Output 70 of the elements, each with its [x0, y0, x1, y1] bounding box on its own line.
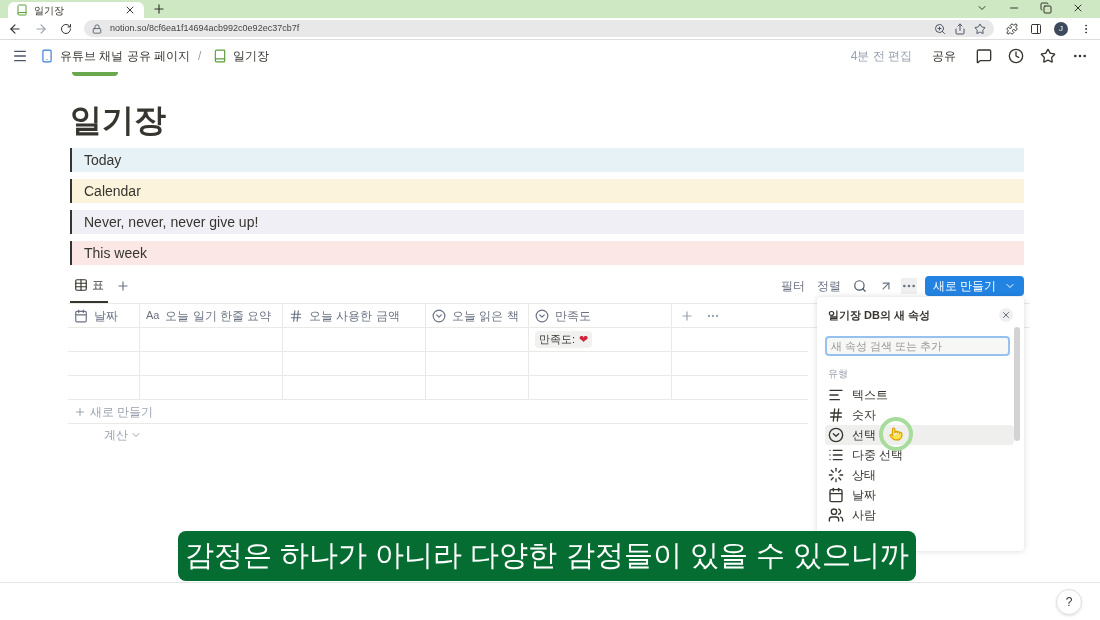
book-icon [213, 49, 228, 63]
callout-block[interactable]: Calendar [70, 179, 1024, 203]
property-type-item[interactable]: 상태 [825, 464, 1014, 485]
text-type-icon: Aa [146, 307, 160, 324]
new-button[interactable]: 새로 만들기 [924, 276, 1024, 296]
edited-time: 4분 전 편집 [850, 48, 912, 65]
menu-icon[interactable] [12, 48, 28, 64]
reload-icon[interactable] [60, 22, 72, 35]
hash-icon [828, 406, 844, 423]
callout-block[interactable]: Today [70, 148, 1024, 172]
calendar-icon [74, 308, 88, 323]
property-type-item[interactable]: 사람 [825, 504, 1014, 525]
property-search-field[interactable]: 새 속성 검색 또는 추가 [825, 335, 1010, 356]
filter-button[interactable]: 필터 [780, 277, 805, 295]
side-panel-icon[interactable] [1030, 22, 1042, 35]
plus-icon [74, 405, 86, 418]
column-header[interactable]: 오늘 사용한 금액 [283, 304, 426, 327]
restore-icon[interactable] [1040, 2, 1052, 14]
property-type-item[interactable]: 텍스트 [825, 384, 1014, 405]
avatar[interactable]: J [1054, 21, 1068, 36]
calendar-icon [828, 486, 844, 503]
browser-tab[interactable]: 일기장 [8, 2, 144, 18]
book-icon [16, 4, 28, 16]
section-label: 유형 [827, 366, 849, 381]
select-icon [432, 308, 446, 323]
lock-icon [92, 23, 102, 34]
comment-icon[interactable] [976, 48, 992, 64]
column-header[interactable]: 만족도 [529, 304, 672, 327]
hash-icon [289, 308, 303, 323]
breadcrumb-link[interactable]: 유튜브 채널 공유 페이지 [40, 47, 190, 65]
subtitle-caption: 감정은 하나가 아니라 다양한 감정들이 있을 수 있으니까 [178, 531, 916, 581]
column-header[interactable]: 오늘 읽은 책 [426, 304, 529, 327]
column-header[interactable]: Aa 오늘 일기 한줄 요약 [140, 304, 283, 327]
clock-icon[interactable] [1008, 48, 1024, 64]
people-icon [828, 506, 844, 523]
breadcrumb-separator: / [198, 48, 202, 65]
search-icon[interactable] [852, 279, 867, 293]
new-tab-icon[interactable] [152, 2, 166, 16]
star-icon[interactable] [1040, 48, 1056, 64]
panel-title: 일기장 DB의 새 속성 [828, 308, 931, 323]
tag[interactable]: 만족도: ❤ [535, 331, 593, 348]
select-icon [828, 426, 844, 443]
puzzle-icon[interactable] [1006, 22, 1018, 35]
cursor-highlight-drawing [879, 417, 913, 451]
property-type-item[interactable]: 선택 [825, 424, 1014, 445]
column-header[interactable]: 날짜 [68, 304, 140, 327]
select-icon [535, 308, 549, 323]
share-button[interactable]: 공유 [932, 47, 956, 65]
address-field[interactable]: notion.so/8cf6ea1f14694acb992c0e92ec37cb7f [84, 20, 994, 37]
star-icon[interactable] [974, 22, 986, 35]
view-tab[interactable]: 표 [70, 269, 108, 303]
callout-block[interactable]: Never, never, never give up! [70, 210, 1024, 234]
url-text: notion.so/8cf6ea1f14694acb992c0e92ec37cb7f [110, 21, 301, 35]
table-icon [74, 278, 88, 292]
phone-icon [40, 49, 54, 63]
heart-icon: ❤ [579, 331, 589, 348]
property-type-item[interactable]: 숫자 [825, 404, 1014, 425]
callout-block[interactable]: This week [70, 241, 1024, 265]
property-type-item[interactable]: 날짜 [825, 484, 1014, 505]
breadcrumb-link[interactable]: 일기장 [213, 47, 270, 65]
property-type-item[interactable]: 다중 선택 [825, 444, 1014, 465]
back-icon[interactable] [8, 21, 22, 36]
status-icon [828, 466, 844, 483]
page-title: 일기장 [70, 101, 167, 140]
zoom-icon[interactable] [934, 22, 946, 35]
tab-title: 일기장 [34, 3, 65, 18]
close-icon[interactable] [1072, 2, 1084, 14]
sort-button[interactable]: 정렬 [816, 277, 841, 295]
close-icon[interactable] [124, 4, 136, 16]
share-icon[interactable] [954, 22, 966, 35]
